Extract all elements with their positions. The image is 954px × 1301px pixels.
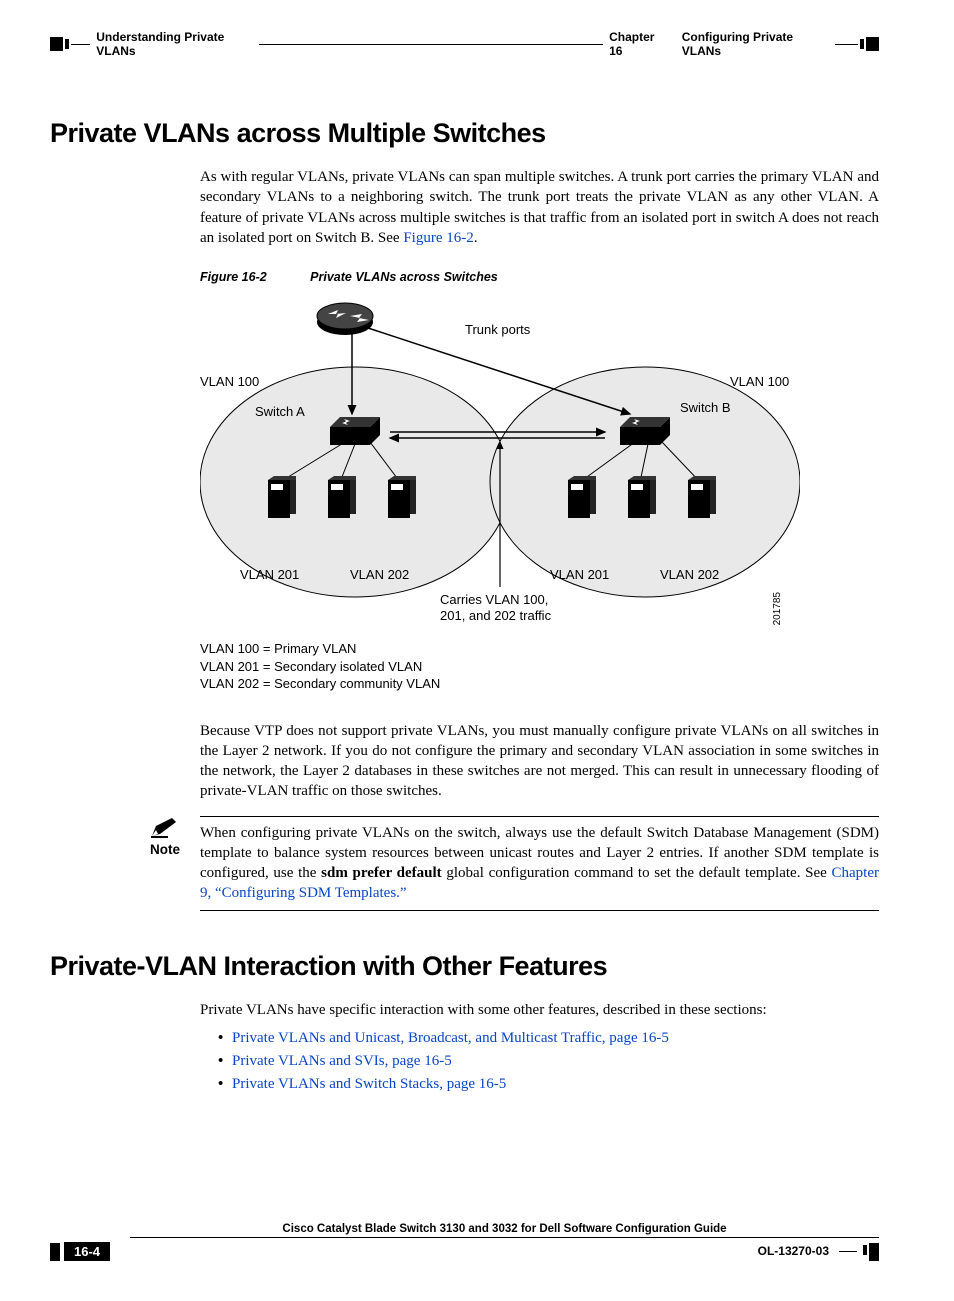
fig-vlan202-r: VLAN 202	[660, 567, 719, 582]
list-item: Private VLANs and Unicast, Broadcast, an…	[218, 1030, 879, 1047]
fig-vlan100-l: VLAN 100	[200, 374, 259, 389]
header-chapter-title: Configuring Private VLANs	[682, 30, 829, 58]
section-heading-2: Private-VLAN Interaction with Other Feat…	[50, 951, 879, 982]
doc-number: OL-13270-03	[758, 1244, 829, 1258]
page-footer: Cisco Catalyst Blade Switch 3130 and 303…	[50, 1223, 879, 1261]
xref-link[interactable]: Private VLANs and Unicast, Broadcast, an…	[232, 1030, 669, 1046]
note-label: Note	[150, 842, 200, 857]
fig-vlan100-r: VLAN 100	[730, 374, 789, 389]
pencil-icon	[150, 816, 200, 838]
fig-switch-a: Switch A	[255, 404, 305, 419]
figure-legend: VLAN 100 = Primary VLAN VLAN 201 = Secon…	[200, 640, 879, 693]
fig-carries2: 201, and 202 traffic	[440, 608, 551, 623]
section2-link-list: Private VLANs and Unicast, Broadcast, an…	[200, 1030, 879, 1093]
list-item: Private VLANs and Switch Stacks, page 16…	[218, 1076, 879, 1093]
section1-para1: As with regular VLANs, private VLANs can…	[200, 167, 879, 248]
fig-vlan201-l: VLAN 201	[240, 567, 299, 582]
note-text: When configuring private VLANs on the sw…	[200, 823, 879, 904]
section1-para2: Because VTP does not support private VLA…	[200, 721, 879, 802]
page-header: Understanding Private VLANs Chapter 16 C…	[50, 30, 879, 58]
fig-vlan202-l: VLAN 202	[350, 567, 409, 582]
header-section: Understanding Private VLANs	[96, 30, 259, 58]
xref-link[interactable]: Private VLANs and SVIs, page 16-5	[232, 1053, 452, 1069]
figure-16-2: Trunk ports VLAN 100 VLAN 100 Switch A S…	[200, 292, 800, 632]
fig-carries1: Carries VLAN 100,	[440, 592, 548, 607]
list-item: Private VLANs and SVIs, page 16-5	[218, 1053, 879, 1070]
fig-imgnum: 201785	[772, 592, 783, 625]
fig-switch-b: Switch B	[680, 400, 731, 415]
figure-ref-link[interactable]: Figure 16-2	[403, 230, 473, 246]
xref-link[interactable]: Private VLANs and Switch Stacks, page 16…	[232, 1076, 506, 1092]
fig-vlan201-r: VLAN 201	[550, 567, 609, 582]
note-command: sdm prefer default	[321, 865, 442, 881]
section-heading-1: Private VLANs across Multiple Switches	[50, 118, 879, 149]
note-block: Note When configuring private VLANs on t…	[150, 816, 879, 911]
fig-trunk-label: Trunk ports	[465, 322, 530, 337]
footer-guide-title: Cisco Catalyst Blade Switch 3130 and 303…	[130, 1223, 879, 1238]
section2-intro: Private VLANs have specific interaction …	[200, 1000, 879, 1020]
header-chapter-num: Chapter 16	[609, 30, 668, 58]
figure-caption: Figure 16-2 Private VLANs across Switche…	[200, 270, 879, 284]
page-number: 16-4	[64, 1242, 110, 1261]
